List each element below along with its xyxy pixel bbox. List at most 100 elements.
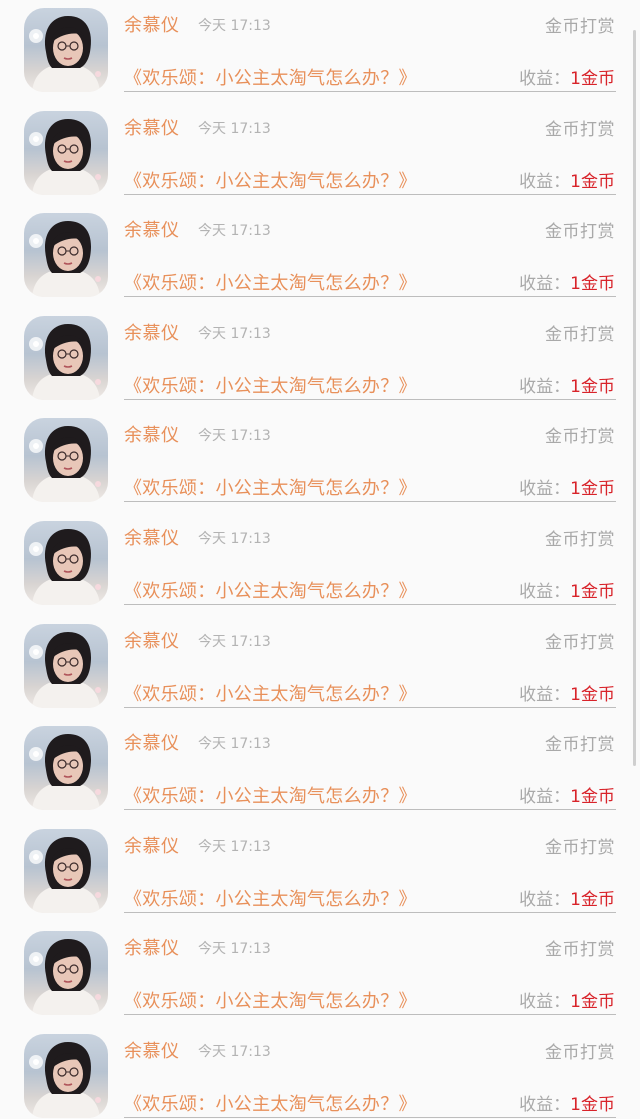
article-title[interactable]: 《欢乐颂：小公主太淘气怎么办？》 bbox=[124, 577, 417, 603]
income-value: 1金币 bbox=[570, 274, 615, 295]
list-item[interactable]: 余慕仪 今天 17:13 金币打赏 《欢乐颂：小公主太淘气怎么办？》 收益：1金… bbox=[0, 103, 640, 206]
avatar-photo bbox=[29, 426, 101, 503]
reward-type: 金币打赏 bbox=[545, 940, 615, 961]
reward-type: 金币打赏 bbox=[545, 735, 615, 756]
article-title[interactable]: 《欢乐颂：小公主太淘气怎么办？》 bbox=[124, 1090, 417, 1116]
timestamp: 今天 17:13 bbox=[198, 1043, 271, 1060]
avatar[interactable] bbox=[24, 931, 108, 1016]
list-item[interactable]: 余慕仪 今天 17:13 金币打赏 《欢乐颂：小公主太淘气怎么办？》 收益：1金… bbox=[0, 718, 640, 821]
reward-type: 金币打赏 bbox=[545, 1042, 615, 1063]
list-item[interactable]: 余慕仪 今天 17:13 金币打赏 《欢乐颂：小公主太淘气怎么办？》 收益：1金… bbox=[0, 821, 640, 924]
income: 收益：1金币 bbox=[519, 167, 615, 192]
user-name[interactable]: 余慕仪 bbox=[124, 1037, 180, 1063]
article-title[interactable]: 《欢乐颂：小公主太淘气怎么办？》 bbox=[124, 474, 417, 500]
income: 收益：1金币 bbox=[519, 372, 615, 397]
income: 收益：1金币 bbox=[519, 269, 615, 294]
avatar[interactable] bbox=[24, 213, 108, 298]
reward-type: 金币打赏 bbox=[545, 427, 615, 448]
timestamp: 今天 17:13 bbox=[198, 223, 271, 240]
divider bbox=[124, 91, 616, 92]
user-name[interactable]: 余慕仪 bbox=[124, 934, 180, 960]
divider bbox=[124, 603, 616, 605]
scrollbar[interactable] bbox=[633, 30, 636, 766]
income: 收益：1金币 bbox=[519, 782, 615, 807]
divider bbox=[124, 296, 616, 298]
avatar-photo bbox=[29, 734, 101, 811]
income-label: 收益： bbox=[519, 787, 571, 808]
avatar-photo bbox=[29, 323, 101, 400]
reward-record-rows: 余慕仪 今天 17:13 金币打赏 《欢乐颂：小公主太淘气怎么办？》 收益：1金… bbox=[0, 0, 640, 1119]
article-title[interactable]: 《欢乐颂：小公主太淘气怎么办？》 bbox=[124, 885, 417, 911]
income-value: 1金币 bbox=[570, 581, 615, 602]
income-value: 1金币 bbox=[570, 1094, 615, 1115]
income-label: 收益： bbox=[519, 274, 571, 295]
income-value: 1金币 bbox=[570, 171, 615, 192]
income-label: 收益： bbox=[519, 376, 571, 397]
reward-type: 金币打赏 bbox=[545, 324, 615, 345]
avatar-photo bbox=[29, 118, 101, 195]
timestamp: 今天 17:13 bbox=[198, 838, 271, 855]
list-item[interactable]: 余慕仪 今天 17:13 金币打赏 《欢乐颂：小公主太淘气怎么办？》 收益：1金… bbox=[0, 923, 640, 1026]
avatar-photo bbox=[29, 528, 101, 605]
user-name[interactable]: 余慕仪 bbox=[124, 421, 180, 447]
timestamp: 今天 17:13 bbox=[198, 120, 271, 137]
list-item[interactable]: 余慕仪 今天 17:13 金币打赏 《欢乐颂：小公主太淘气怎么办？》 收益：1金… bbox=[0, 1026, 640, 1119]
divider bbox=[124, 193, 616, 195]
income-label: 收益： bbox=[519, 684, 571, 705]
income-label: 收益： bbox=[519, 889, 571, 910]
avatar[interactable] bbox=[24, 8, 108, 92]
avatar[interactable] bbox=[24, 418, 108, 503]
reward-type: 金币打赏 bbox=[545, 837, 615, 858]
avatar[interactable] bbox=[24, 1033, 108, 1118]
user-name[interactable]: 余慕仪 bbox=[124, 216, 180, 242]
article-title[interactable]: 《欢乐颂：小公主太淘气怎么办？》 bbox=[124, 167, 417, 193]
reward-record-list[interactable]: 余慕仪 今天 17:13 金币打赏 《欢乐颂：小公主太淘气怎么办？》 收益：1金… bbox=[0, 0, 640, 1119]
list-item[interactable]: 余慕仪 今天 17:13 金币打赏 《欢乐颂：小公主太淘气怎么办？》 收益：1金… bbox=[0, 205, 640, 308]
timestamp: 今天 17:13 bbox=[198, 633, 271, 650]
avatar[interactable] bbox=[24, 623, 108, 708]
timestamp: 今天 17:13 bbox=[198, 941, 271, 958]
article-title[interactable]: 《欢乐颂：小公主太淘气怎么办？》 bbox=[124, 987, 417, 1013]
article-title[interactable]: 《欢乐颂：小公主太淘气怎么办？》 bbox=[124, 782, 417, 808]
article-title[interactable]: 《欢乐颂：小公主太淘气怎么办？》 bbox=[124, 372, 417, 398]
user-name[interactable]: 余慕仪 bbox=[124, 11, 180, 37]
avatar[interactable] bbox=[24, 726, 108, 811]
user-name[interactable]: 余慕仪 bbox=[124, 627, 180, 653]
divider bbox=[124, 1116, 616, 1118]
user-name[interactable]: 余慕仪 bbox=[124, 114, 180, 140]
income-label: 收益： bbox=[519, 1094, 571, 1115]
divider bbox=[124, 398, 616, 400]
list-item[interactable]: 余慕仪 今天 17:13 金币打赏 《欢乐颂：小公主太淘气怎么办？》 收益：1金… bbox=[0, 0, 640, 103]
timestamp: 今天 17:13 bbox=[198, 428, 271, 445]
reward-type: 金币打赏 bbox=[545, 119, 615, 140]
list-item[interactable]: 余慕仪 今天 17:13 金币打赏 《欢乐颂：小公主太淘气怎么办？》 收益：1金… bbox=[0, 616, 640, 719]
article-title[interactable]: 《欢乐颂：小公主太淘气怎么办？》 bbox=[124, 680, 417, 706]
divider bbox=[124, 911, 616, 913]
list-item[interactable]: 余慕仪 今天 17:13 金币打赏 《欢乐颂：小公主太淘气怎么办？》 收益：1金… bbox=[0, 308, 640, 411]
list-item[interactable]: 余慕仪 今天 17:13 金币打赏 《欢乐颂：小公主太淘气怎么办？》 收益：1金… bbox=[0, 410, 640, 513]
reward-type: 金币打赏 bbox=[545, 632, 615, 653]
article-title[interactable]: 《欢乐颂：小公主太淘气怎么办？》 bbox=[124, 269, 417, 295]
avatar-photo bbox=[29, 631, 101, 708]
timestamp: 今天 17:13 bbox=[198, 530, 271, 547]
reward-type: 金币打赏 bbox=[545, 529, 615, 550]
avatar[interactable] bbox=[24, 520, 108, 605]
user-name[interactable]: 余慕仪 bbox=[124, 832, 180, 858]
avatar[interactable] bbox=[24, 315, 108, 400]
list-item[interactable]: 余慕仪 今天 17:13 金币打赏 《欢乐颂：小公主太淘气怎么办？》 收益：1金… bbox=[0, 513, 640, 616]
timestamp: 今天 17:13 bbox=[198, 18, 271, 34]
income-value: 1金币 bbox=[570, 787, 615, 808]
user-name[interactable]: 余慕仪 bbox=[124, 729, 180, 755]
income-value: 1金币 bbox=[570, 889, 615, 910]
income-value: 1金币 bbox=[570, 479, 615, 500]
timestamp: 今天 17:13 bbox=[198, 325, 271, 342]
income-label: 收益： bbox=[519, 581, 571, 602]
income: 收益：1金币 bbox=[519, 680, 615, 705]
avatar[interactable] bbox=[24, 828, 108, 913]
timestamp: 今天 17:13 bbox=[198, 736, 271, 753]
user-name[interactable]: 余慕仪 bbox=[124, 319, 180, 345]
avatar[interactable] bbox=[24, 110, 108, 195]
article-title[interactable]: 《欢乐颂：小公主太淘气怎么办？》 bbox=[124, 64, 417, 90]
income-label: 收益： bbox=[519, 69, 571, 89]
user-name[interactable]: 余慕仪 bbox=[124, 524, 180, 550]
